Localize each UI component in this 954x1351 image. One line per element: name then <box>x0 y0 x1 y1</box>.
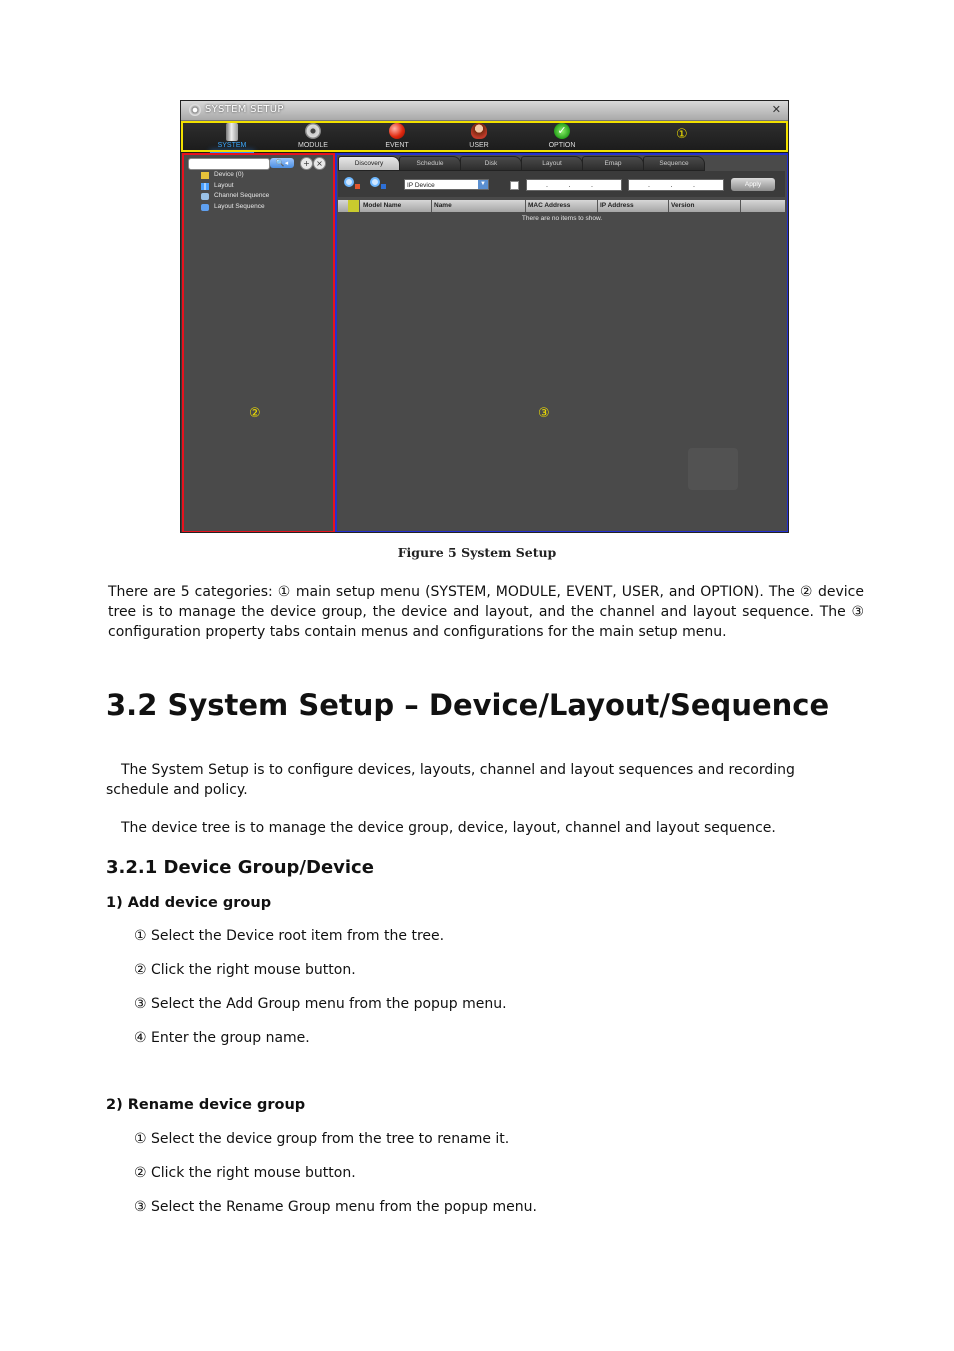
add-group-step-4: ④ Enter the group name. <box>134 1030 310 1046</box>
device-type-value: IP Device <box>407 182 435 189</box>
rename-group-step-2: ② Click the right mouse button. <box>134 1165 356 1181</box>
tree-item-label: Device (0) <box>214 171 244 178</box>
add-group-step-3: ③ Select the Add Group menu from the pop… <box>134 996 507 1012</box>
figure-caption: Figure 5 System Setup <box>397 545 557 560</box>
ip-start-input[interactable]: . . . <box>526 179 622 191</box>
system-setup-screenshot: SYSTEM SETUP ✕ SYSTEM MODULE EVENT USER … <box>180 100 789 533</box>
rename-group-step-3: ③ Select the Rename Group menu from the … <box>134 1199 537 1215</box>
server-icon <box>226 123 238 141</box>
marker-one: ① <box>676 127 688 142</box>
rename-group-step-1: ① Select the device group from the tree … <box>134 1131 510 1147</box>
tree-item-label: Channel Sequence <box>214 192 270 199</box>
section-paragraph-1: The System Setup is to configure devices… <box>106 762 795 798</box>
main-setup-menu: SYSTEM MODULE EVENT USER ✓ OPTION ① <box>181 121 788 153</box>
tree-item-label: Layout <box>214 181 234 189</box>
device-tree: Device (0) Layout Channel Sequence Layou… <box>201 171 269 213</box>
menu-module-label: MODULE <box>298 142 328 149</box>
search-button[interactable]: 🔍◂ <box>270 158 294 168</box>
title-bar: SYSTEM SETUP ✕ <box>181 101 788 121</box>
menu-option-label: OPTION <box>548 142 576 149</box>
menu-system-label: SYSTEM <box>217 142 247 149</box>
menu-system[interactable]: SYSTEM <box>202 121 262 153</box>
tree-item-layout-sequence[interactable]: Layout Sequence <box>201 203 269 214</box>
chevron-down-icon: ▼ <box>478 180 488 189</box>
layout-sequence-icon <box>201 203 209 211</box>
column-ip-address[interactable]: IP Address <box>598 200 669 212</box>
subsection-heading: 3.2.1 Device Group/Device <box>106 857 374 878</box>
grid-icon <box>201 182 209 190</box>
user-icon <box>471 123 487 139</box>
menu-option[interactable]: ✓ OPTION <box>532 121 592 153</box>
tree-item-device[interactable]: Device (0) <box>201 171 269 182</box>
tree-item-layout[interactable]: Layout <box>201 182 269 193</box>
menu-module[interactable]: MODULE <box>283 121 343 153</box>
configuration-pane: Discovery Schedule Disk Layout Emap Sequ… <box>336 154 788 532</box>
tab-emap[interactable]: Emap <box>582 156 644 171</box>
empty-table-message: There are no items to show. <box>521 215 603 222</box>
section-paragraph-2: The device tree is to manage the device … <box>121 820 776 836</box>
gears-icon <box>305 123 321 139</box>
tab-disk[interactable]: Disk <box>460 156 522 171</box>
remove-icon[interactable]: × <box>313 157 326 170</box>
column-version[interactable]: Version <box>669 200 741 212</box>
discovery-toolbar: IP Device ▼ . . . . . . Apply <box>338 171 785 197</box>
tab-discovery[interactable]: Discovery <box>338 156 400 171</box>
device-type-select[interactable]: IP Device ▼ <box>404 179 489 190</box>
tab-sequence[interactable]: Sequence <box>643 156 705 171</box>
intro-paragraph: There are 5 categories: ① main setup men… <box>108 584 864 640</box>
tree-item-label: Layout Sequence <box>214 202 265 210</box>
apply-button[interactable]: Apply <box>731 178 775 191</box>
marker-three: ③ <box>538 406 550 421</box>
menu-event-label: EVENT <box>385 142 409 149</box>
tools-watermark-icon <box>688 448 738 490</box>
discover-icon[interactable] <box>344 177 360 189</box>
add-group-step-2: ② Click the right mouse button. <box>134 962 356 978</box>
add-icon[interactable]: + <box>300 157 313 170</box>
tab-schedule[interactable]: Schedule <box>399 156 461 171</box>
alarm-light-icon <box>389 123 405 139</box>
settings-gear-icon <box>189 104 201 116</box>
marker-two: ② <box>249 406 261 421</box>
add-group-step-1: ① Select the Device root item from the t… <box>134 928 445 944</box>
column-model-name[interactable]: Model Name <box>361 200 432 212</box>
device-tree-pane: 🔍◂ + × Device (0) Layout Channel Sequenc… <box>183 154 333 532</box>
config-tabs: Discovery Schedule Disk Layout Emap Sequ… <box>338 156 783 171</box>
ip-end-input[interactable]: . . . <box>628 179 724 191</box>
select-all-column[interactable] <box>348 200 360 212</box>
menu-event[interactable]: EVENT <box>367 121 427 153</box>
tree-item-channel-sequence[interactable]: Channel Sequence <box>201 192 269 203</box>
section-heading: 3.2 System Setup – Device/Layout/Sequenc… <box>106 688 830 722</box>
device-table-header: Model Name Name MAC Address IP Address V… <box>338 200 785 212</box>
folder-icon <box>201 172 209 179</box>
column-name[interactable]: Name <box>432 200 526 212</box>
window-title: SYSTEM SETUP <box>205 104 284 115</box>
check-icon: ✓ <box>554 123 570 139</box>
menu-user[interactable]: USER <box>449 121 509 153</box>
add-group-heading: 1) Add device group <box>106 895 272 911</box>
tab-layout[interactable]: Layout <box>521 156 583 171</box>
camera-sequence-icon <box>201 193 209 200</box>
tree-search-input[interactable] <box>188 158 270 170</box>
column-mac-address[interactable]: MAC Address <box>526 200 598 212</box>
rename-group-heading: 2) Rename device group <box>106 1097 306 1113</box>
close-icon[interactable]: ✕ <box>772 103 781 116</box>
ip-range-checkbox[interactable] <box>510 181 519 190</box>
menu-user-label: USER <box>469 142 489 149</box>
search-device-icon[interactable] <box>370 177 386 189</box>
